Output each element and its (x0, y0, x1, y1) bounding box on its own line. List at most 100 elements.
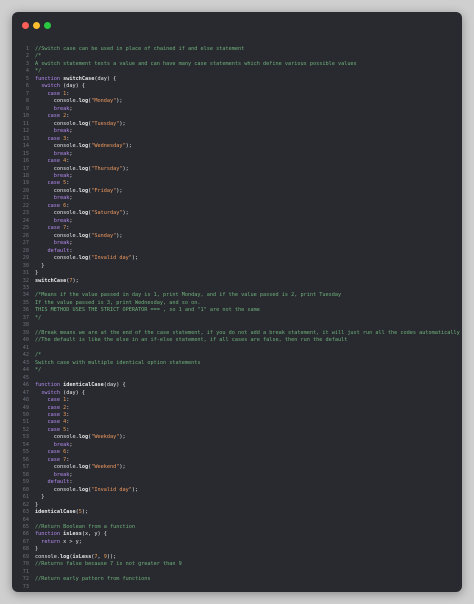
code-line: 5 function switchCase(day) { (12, 76, 462, 83)
line-text: break; (35, 151, 73, 158)
code-line: 16 case 4: (12, 158, 462, 165)
code-line: 60 console.log("Invalid day"); (12, 487, 462, 494)
code-line: 25 case 7: (12, 225, 462, 232)
line-text: switch (day) { (35, 83, 85, 90)
line-number: 26 (22, 232, 29, 239)
code-token: console. (35, 486, 79, 493)
code-token: "Weekday" (91, 434, 120, 441)
code-token: switchCase (35, 277, 67, 284)
code-token: ); (131, 486, 139, 493)
code-token: "Monday" (91, 98, 117, 105)
line-number: 59 (22, 479, 29, 486)
line-number: 12 (22, 128, 29, 135)
line-number: 55 (22, 449, 29, 456)
line-text: case 5: (35, 427, 70, 434)
line-number: 31 (22, 270, 29, 277)
code-line: 47 switch (day) { (12, 390, 462, 397)
code-token: case (47, 202, 61, 209)
code-token: } (35, 501, 39, 508)
code-token: THIS METHOD USES THE STRICT OPERATOR ===… (35, 307, 260, 314)
code-token: console. (35, 434, 79, 441)
line-number: 9 (25, 105, 29, 112)
line-text: */ (35, 367, 41, 374)
code-line: 42 /* (12, 352, 462, 359)
code-token: log (60, 553, 70, 560)
code-token: isLess (63, 531, 82, 538)
code-token: function (35, 382, 64, 389)
code-line: 45 (12, 375, 462, 382)
line-text: console.log("Wednesday"); (35, 143, 132, 150)
line-number: 73 (22, 583, 29, 590)
line-text: If the value passed is 3, print Wednesda… (35, 300, 201, 307)
code-token: console. (35, 553, 60, 560)
code-token: log (78, 165, 89, 172)
line-number: 19 (22, 180, 29, 187)
code-token: "Friday" (91, 187, 117, 194)
code-token: ; (69, 195, 73, 202)
code-token: //Returns false because 7 is not greater… (35, 561, 182, 568)
code-token: console. (35, 98, 79, 105)
code-token: } (35, 546, 39, 553)
line-text: switch (day) { (35, 390, 85, 397)
line-number: 3 (25, 60, 29, 67)
code-token: ); (116, 98, 123, 105)
code-token: ); (116, 187, 123, 194)
code-line: 1 //Switch case can be used in place of c… (12, 46, 462, 53)
line-text: break; (35, 173, 73, 180)
code-token: */ (35, 367, 42, 374)
minimize-window-button[interactable] (33, 22, 40, 29)
line-text: break; (35, 106, 73, 113)
line-number: 41 (22, 344, 29, 351)
code-line: 18 break; (12, 173, 462, 180)
line-text: console.log("Tuesday"); (35, 121, 126, 128)
code-token: case (47, 225, 61, 232)
code-token: break (53, 105, 70, 112)
zoom-window-button[interactable] (44, 22, 51, 29)
code-line: 7 case 1: (12, 91, 462, 98)
code-line: 43 Switch case with multiple identical op… (12, 360, 462, 367)
line-number: 42 (22, 352, 29, 359)
code-line: 12 break; (12, 128, 462, 135)
line-text: //Switch case can be used in place of ch… (35, 46, 244, 53)
line-text: console.log("Weekday"); (35, 434, 126, 441)
code-line: 28 default: (12, 248, 462, 255)
code-token: console. (35, 143, 79, 150)
code-token: : (66, 404, 70, 411)
line-number: 39 (22, 329, 29, 336)
code-token: : (66, 456, 70, 463)
code-line: 26 console.log("Sunday"); (12, 233, 462, 240)
line-text: console.log("Saturday"); (35, 210, 129, 217)
line-text: console.log("Thursday"); (35, 166, 129, 173)
line-text: console.log("Friday"); (35, 187, 123, 195)
code-token: : (66, 449, 70, 456)
line-text: function switchCase(day) { (35, 76, 116, 83)
line-number: 65 (22, 524, 29, 530)
line-number: 30 (22, 262, 29, 269)
code-line: 65 //Return Boolean from a function (12, 524, 462, 531)
code-token: (x, y) { (81, 531, 107, 538)
code-editor[interactable]: 1 //Switch case can be used in place of c… (12, 46, 462, 591)
line-number: 24 (22, 217, 29, 224)
code-line: 38 (12, 322, 462, 329)
code-line: 59 default: (12, 479, 462, 486)
line-number: 47 (22, 389, 29, 396)
line-number: 23 (22, 210, 29, 217)
close-window-button[interactable] (22, 22, 29, 29)
code-token: break (53, 195, 70, 202)
code-token: ; (69, 172, 73, 179)
code-line: 33 (12, 285, 462, 292)
line-number: 28 (22, 247, 29, 254)
line-number: 48 (22, 397, 29, 404)
line-text: console.log("Invalid day"); (35, 255, 138, 262)
code-token: //Break means we are at the end of the c… (35, 329, 460, 336)
code-line: 22 case 6: (12, 203, 462, 210)
code-token: /*Means if the value passed in day is 1,… (35, 292, 342, 299)
code-token: ; (69, 441, 73, 448)
code-token: case (47, 397, 61, 404)
line-text: THIS METHOD USES THE STRICT OPERATOR ===… (35, 307, 260, 314)
